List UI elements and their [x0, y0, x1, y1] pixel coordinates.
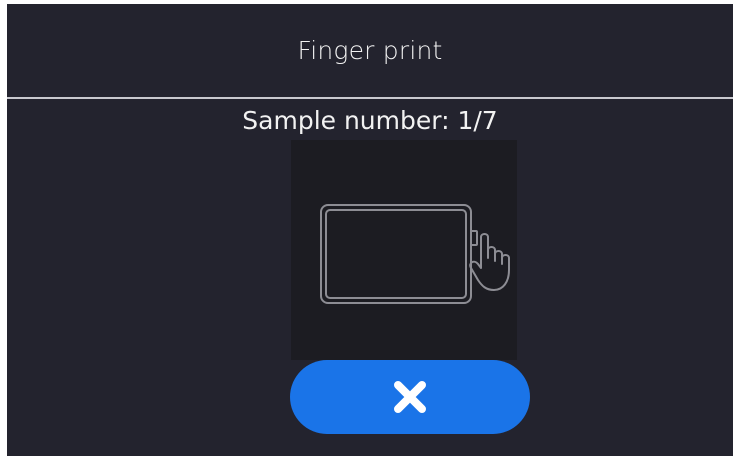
sample-number-label: Sample number: 1/7 — [242, 106, 498, 135]
header: Finger print — [7, 4, 733, 96]
cancel-button[interactable] — [290, 360, 530, 434]
close-icon — [394, 381, 426, 413]
fingerprint-illustration-panel — [291, 140, 517, 360]
page-title: Finger print — [297, 35, 443, 65]
hand-on-scanner-icon — [320, 204, 510, 304]
header-divider — [7, 97, 733, 99]
fingerprint-screen: Finger print Sample number: 1/7 — [7, 4, 733, 456]
